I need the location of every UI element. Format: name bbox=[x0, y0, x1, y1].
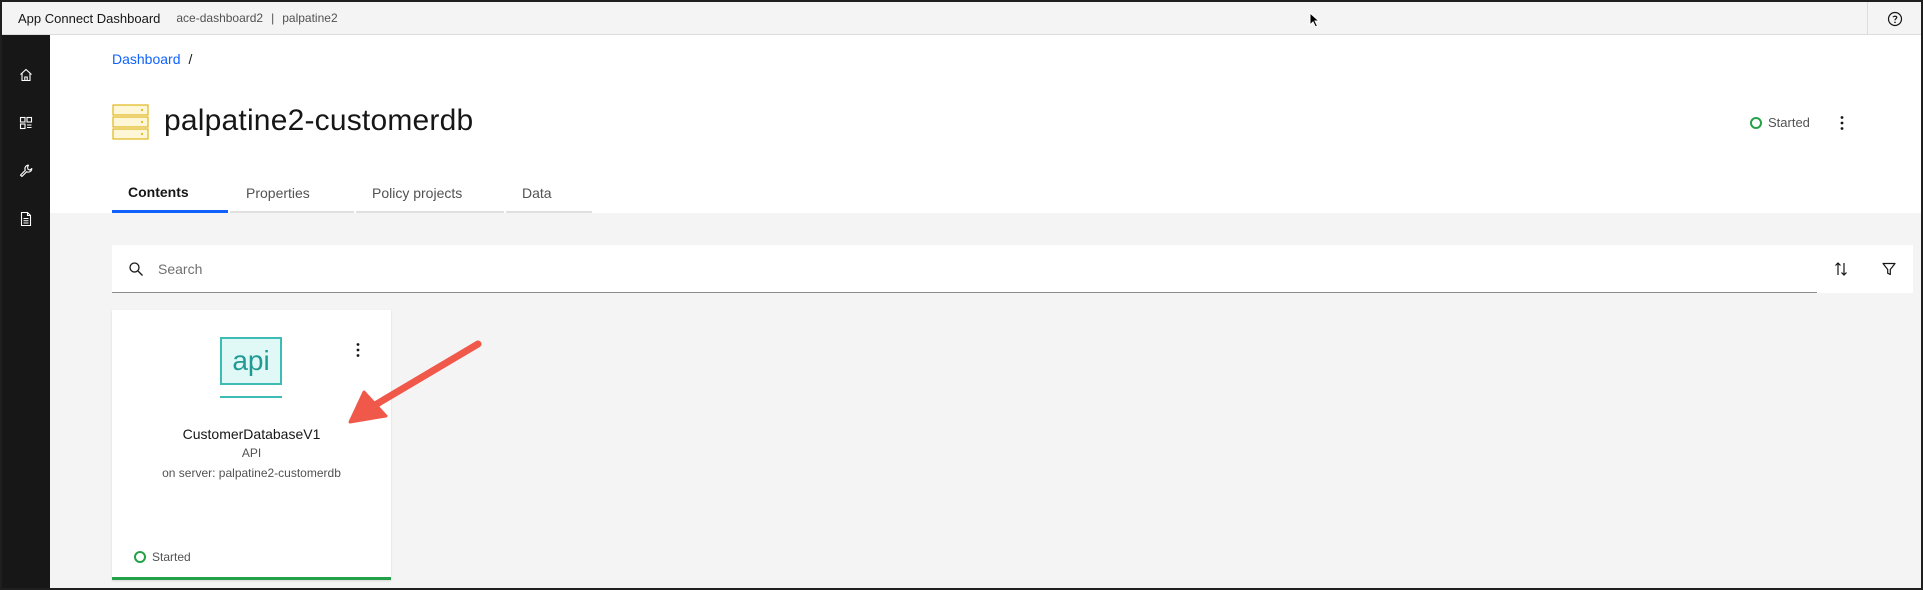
instance-info: ace-dashboard2 | palpatine2 bbox=[176, 11, 337, 25]
overflow-menu-icon bbox=[1840, 116, 1844, 130]
instance-separator: | bbox=[271, 11, 275, 25]
instance-name: ace-dashboard2 bbox=[176, 11, 264, 25]
tab-properties[interactable]: Properties bbox=[230, 174, 354, 213]
help-button[interactable] bbox=[1867, 2, 1921, 35]
home-icon bbox=[20, 68, 32, 82]
contents-panel: api CustomerDatabaseV1 API on server: pa… bbox=[50, 213, 1921, 588]
nav-tools[interactable] bbox=[16, 161, 36, 181]
card-server: on server: palpatine2-customerdb bbox=[162, 466, 341, 480]
breadcrumb-dashboard-link[interactable]: Dashboard bbox=[112, 51, 181, 67]
wrench-icon bbox=[19, 164, 33, 178]
app-title[interactable]: App Connect Dashboard bbox=[18, 11, 160, 26]
app-frame: App Connect Dashboard ace-dashboard2 | pal… bbox=[0, 0, 1923, 590]
namespace-name: palpatine2 bbox=[282, 11, 338, 25]
breadcrumb: Dashboard / bbox=[112, 51, 192, 67]
search-input[interactable] bbox=[158, 260, 1658, 277]
status-started-icon bbox=[134, 551, 146, 563]
nav-catalog[interactable] bbox=[16, 113, 36, 133]
help-icon bbox=[1887, 11, 1902, 26]
server-status: Started bbox=[1750, 115, 1810, 130]
tabs: Contents Properties Policy projects Data bbox=[112, 174, 594, 213]
search-icon bbox=[129, 261, 143, 276]
top-header: App Connect Dashboard ace-dashboard2 | pal… bbox=[2, 2, 1921, 35]
server-overflow-menu-button[interactable] bbox=[1832, 111, 1852, 135]
filter-button[interactable] bbox=[1865, 245, 1913, 293]
catalog-icon bbox=[19, 116, 33, 130]
card-status: Started bbox=[134, 550, 191, 564]
server-status-label: Started bbox=[1768, 115, 1810, 130]
search-bar bbox=[112, 245, 1865, 293]
page-header: Dashboard / palpatine2-customerdb Starte… bbox=[50, 35, 1921, 213]
tab-policy-projects[interactable]: Policy projects bbox=[356, 174, 504, 213]
api-icon-underline bbox=[220, 396, 282, 398]
breadcrumb-separator: / bbox=[188, 51, 193, 67]
mouse-cursor-icon bbox=[1309, 12, 1321, 28]
integration-server-icon bbox=[112, 104, 149, 140]
page-title: palpatine2-customerdb bbox=[164, 104, 474, 137]
document-icon bbox=[20, 211, 32, 227]
nav-documents[interactable] bbox=[16, 209, 36, 229]
filter-icon bbox=[1882, 262, 1896, 276]
nav-home[interactable] bbox=[16, 65, 36, 85]
sort-arrows-icon bbox=[1835, 262, 1847, 276]
annotation-arrow-icon bbox=[348, 340, 482, 424]
card-type: API bbox=[241, 446, 262, 460]
api-type-icon: api bbox=[220, 337, 282, 385]
sort-button[interactable] bbox=[1817, 245, 1865, 293]
tab-data[interactable]: Data bbox=[506, 174, 592, 213]
side-nav bbox=[2, 35, 50, 588]
card-status-label: Started bbox=[152, 550, 191, 564]
tab-contents[interactable]: Contents bbox=[112, 174, 228, 213]
status-started-icon bbox=[1750, 116, 1762, 129]
